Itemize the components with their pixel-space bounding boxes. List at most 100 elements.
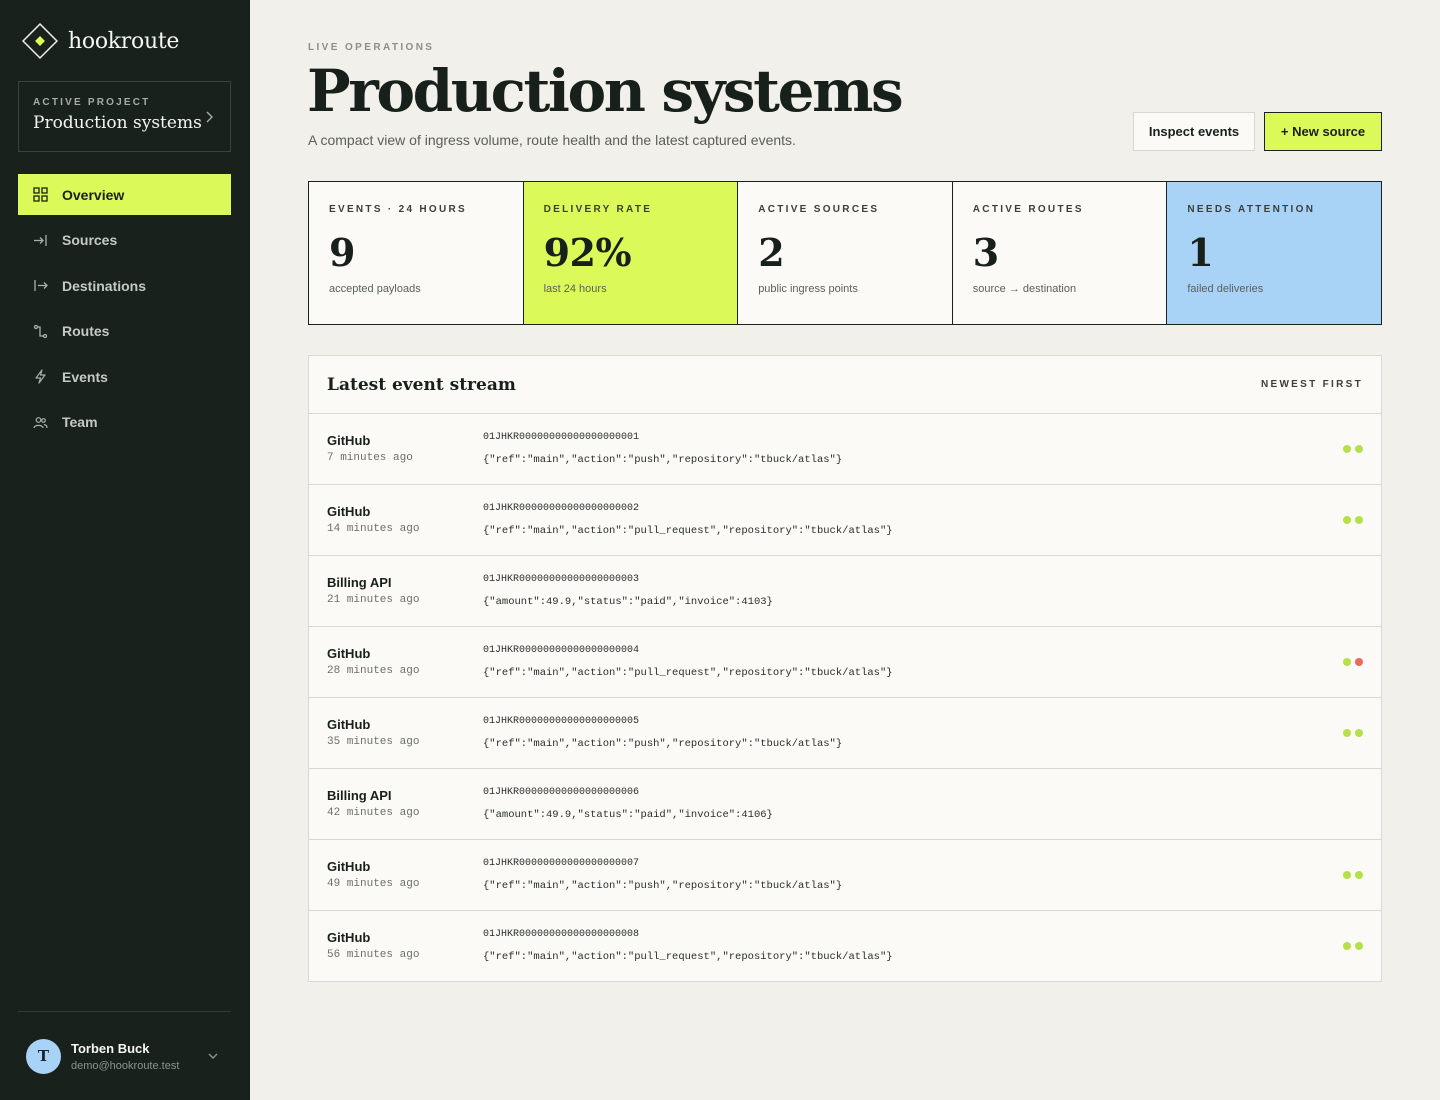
event-id: 01JHKR00000000000000000004 xyxy=(483,645,640,656)
page-subtitle: A compact view of ingress volume, route … xyxy=(308,132,796,148)
event-row[interactable]: Billing API 21 minutes ago 01JHKR000000000… xyxy=(309,556,1381,627)
bolt-icon xyxy=(33,369,48,384)
project-name: Production systems xyxy=(33,113,202,133)
route-icon xyxy=(33,324,48,339)
event-id: 01JHKR00000000000000000006 xyxy=(483,787,640,798)
event-time: 42 minutes ago xyxy=(327,807,420,819)
sidebar-item-label: Events xyxy=(62,368,108,385)
user-menu[interactable]: T Torben Buck demo@hookroute.test xyxy=(26,1038,231,1074)
event-source: GitHub xyxy=(327,930,371,945)
event-row[interactable]: GitHub 35 minutes ago 01JHKR00000000000000… xyxy=(309,698,1381,769)
project-switcher[interactable]: ACTIVE PROJECT Production systems xyxy=(18,81,231,152)
sidebar-item-overview[interactable]: Overview xyxy=(18,174,231,215)
delivery-status xyxy=(1343,871,1363,879)
event-row[interactable]: GitHub 28 minutes ago 01JHKR00000000000000… xyxy=(309,627,1381,698)
status-dot-ok xyxy=(1343,516,1351,524)
stat-active-routes: ACTIVE ROUTES 3 source → destination xyxy=(952,182,1168,324)
sidebar-item-label: Team xyxy=(62,414,98,430)
event-time: 35 minutes ago xyxy=(327,736,420,748)
event-id: 01JHKR00000000000000000007 xyxy=(483,858,640,869)
event-source: Billing API xyxy=(327,788,392,803)
event-row[interactable]: GitHub 14 minutes ago 01JHKR00000000000000… xyxy=(309,485,1381,556)
status-dot-ok xyxy=(1355,445,1363,453)
chevron-right-icon xyxy=(206,111,213,123)
status-dot-failed xyxy=(1355,658,1363,666)
grid-icon xyxy=(33,187,48,202)
status-dot-ok xyxy=(1343,729,1351,737)
sort-toggle[interactable]: NEWEST FIRST xyxy=(1261,379,1363,390)
chevron-down-icon xyxy=(208,1053,218,1059)
stat-active-sources: ACTIVE SOURCES 2 public ingress points xyxy=(738,182,953,324)
event-payload: {"ref":"main","action":"pull_request","r… xyxy=(483,951,893,963)
event-payload: {"amount":49.9,"status":"paid","invoice"… xyxy=(483,596,773,608)
event-stream-header: Latest event stream NEWEST FIRST xyxy=(309,356,1381,414)
sidebar-item-team[interactable]: Team xyxy=(18,402,231,443)
sidebar: hookroute ACTIVE PROJECT Production syst… xyxy=(0,0,250,1100)
event-id: 01JHKR00000000000000000008 xyxy=(483,929,640,940)
stat-caption: accepted payloads xyxy=(329,283,421,295)
event-source: GitHub xyxy=(327,646,371,661)
stat-label: EVENTS · 24 HOURS xyxy=(329,204,468,215)
stat-caption: source → destination xyxy=(972,283,1077,295)
stat-label: ACTIVE SOURCES xyxy=(758,204,880,215)
status-dot-ok xyxy=(1355,871,1363,879)
brand[interactable]: hookroute xyxy=(20,21,179,61)
event-source: GitHub xyxy=(327,504,371,519)
stat-value: 9 xyxy=(329,230,355,275)
brand-name: hookroute xyxy=(68,28,180,54)
event-id: 01JHKR00000000000000000002 xyxy=(483,503,640,514)
stat-label: DELIVERY RATE xyxy=(543,204,653,215)
stat-value: 3 xyxy=(972,230,999,275)
delivery-status xyxy=(1343,658,1363,666)
sidebar-item-routes[interactable]: Routes xyxy=(18,311,231,352)
project-eyebrow: ACTIVE PROJECT xyxy=(33,97,151,108)
stat-caption: public ingress points xyxy=(758,283,858,295)
event-source: Billing API xyxy=(327,575,392,590)
status-dot-ok xyxy=(1355,729,1363,737)
delivery-status xyxy=(1343,942,1363,950)
event-row[interactable]: GitHub 49 minutes ago 01JHKR00000000000000… xyxy=(309,840,1381,911)
delivery-status xyxy=(1343,516,1363,524)
stat-delivery-rate: DELIVERY RATE 92% last 24 hours xyxy=(523,182,739,324)
user-email: demo@hookroute.test xyxy=(71,1059,180,1072)
avatar: T xyxy=(26,1038,61,1074)
stat-caption: last 24 hours xyxy=(543,283,607,295)
event-payload: {"ref":"main","action":"push","repositor… xyxy=(483,880,843,892)
sidebar-item-sources[interactable]: Sources xyxy=(18,220,231,261)
stat-caption: failed deliveries xyxy=(1187,283,1264,295)
event-payload: {"ref":"main","action":"push","repositor… xyxy=(483,738,843,750)
status-dot-ok xyxy=(1343,871,1351,879)
stats-strip: EVENTS · 24 HOURS 9 accepted payloads DE… xyxy=(308,181,1382,325)
event-source: GitHub xyxy=(327,433,371,448)
sidebar-item-label: Overview xyxy=(62,186,125,203)
stat-label: NEEDS ATTENTION xyxy=(1187,204,1316,215)
event-stream: Latest event stream NEWEST FIRST GitHub 7… xyxy=(308,355,1382,982)
hookroute-logo-icon xyxy=(20,21,60,61)
user-name: Torben Buck xyxy=(71,1040,150,1056)
event-row[interactable]: GitHub 56 minutes ago 01JHKR00000000000000… xyxy=(309,911,1381,982)
sidebar-item-events[interactable]: Events xyxy=(18,356,231,397)
event-time: 28 minutes ago xyxy=(327,665,420,677)
new-source-button[interactable]: + New source xyxy=(1264,112,1382,151)
event-id: 01JHKR00000000000000000001 xyxy=(483,432,640,443)
page-title: Production systems xyxy=(307,57,904,125)
stat-value: 1 xyxy=(1187,230,1214,275)
sidebar-item-destinations[interactable]: Destinations xyxy=(18,265,231,306)
event-row[interactable]: Billing API 42 minutes ago 01JHKR000000000… xyxy=(309,769,1381,840)
event-time: 7 minutes ago xyxy=(327,452,413,464)
event-row[interactable]: GitHub 7 minutes ago 01JHKR000000000000000… xyxy=(309,414,1381,485)
inspect-events-button[interactable]: Inspect events xyxy=(1133,112,1255,151)
stat-events: EVENTS · 24 HOURS 9 accepted payloads xyxy=(309,182,524,324)
status-dot-ok xyxy=(1355,942,1363,950)
page-eyebrow: LIVE OPERATIONS xyxy=(308,42,435,53)
users-icon xyxy=(33,415,48,430)
event-time: 56 minutes ago xyxy=(327,949,420,961)
event-source: GitHub xyxy=(327,717,371,732)
event-source: GitHub xyxy=(327,859,371,874)
event-id: 01JHKR00000000000000000005 xyxy=(483,716,640,727)
event-stream-title: Latest event stream xyxy=(327,374,516,395)
status-dot-ok xyxy=(1343,658,1351,666)
arrow-out-icon xyxy=(33,278,48,293)
stat-value: 2 xyxy=(758,230,785,275)
stat-label: ACTIVE ROUTES xyxy=(972,204,1084,215)
